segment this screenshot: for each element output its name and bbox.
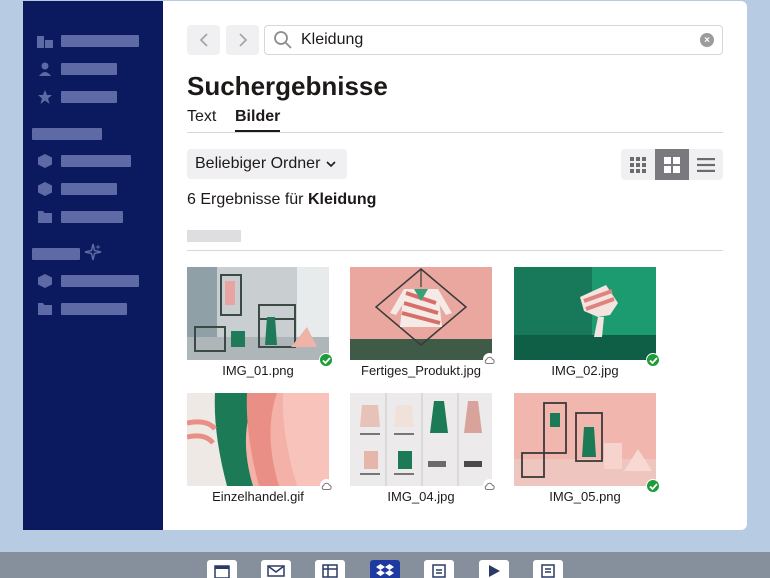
results-count-prefix: 6 Ergebnisse für: [187, 191, 304, 208]
grid-small-icon: [630, 156, 646, 173]
shield-icon: [37, 181, 53, 197]
folder-icon: [37, 301, 53, 317]
folder-icon: [37, 209, 53, 225]
forward-button[interactable]: [226, 25, 259, 55]
app-window: Kleidung × Suchergebnisse Text Bilder Be…: [23, 1, 747, 530]
sidebar-item-home[interactable]: [37, 33, 139, 49]
image-thumbnail[interactable]: [350, 393, 492, 486]
file-name[interactable]: Fertiges_Produkt.jpg: [340, 363, 502, 378]
sidebar-item-starred[interactable]: [37, 89, 117, 105]
list-icon: [697, 157, 715, 172]
mail-icon[interactable]: [261, 560, 291, 578]
sidebar-item-placeholder: [61, 155, 131, 167]
file-tile[interactable]: IMG_05.png: [514, 393, 660, 504]
page-title: Suchergebnisse: [187, 71, 388, 101]
file-name[interactable]: Einzelhandel.gif: [177, 489, 339, 504]
person-icon: [37, 61, 53, 77]
image-thumbnail[interactable]: [350, 267, 492, 360]
image-thumbnail[interactable]: [514, 267, 656, 360]
sidebar-item-placeholder: [61, 91, 117, 103]
sidebar-section-heading: [32, 128, 102, 140]
building-icon: [37, 33, 53, 49]
file-tile[interactable]: IMG_04.jpg: [350, 393, 496, 504]
search-value[interactable]: Kleidung: [301, 31, 700, 49]
sparkle-icon: [84, 243, 102, 266]
file-name[interactable]: IMG_01.png: [177, 363, 339, 378]
table-icon[interactable]: [315, 560, 345, 578]
chevron-right-icon: [238, 33, 247, 47]
sidebar-item-placeholder: [61, 275, 139, 287]
tab-images[interactable]: Bilder: [235, 108, 281, 132]
search-input[interactable]: Kleidung ×: [264, 25, 723, 55]
image-thumbnail[interactable]: [187, 267, 329, 360]
file-name[interactable]: IMG_04.jpg: [340, 489, 502, 504]
sidebar-item-profile[interactable]: [37, 61, 117, 77]
sidebar-item-team-1[interactable]: [37, 153, 131, 169]
shield-icon: [37, 273, 53, 289]
sidebar-item-folder-2[interactable]: [37, 303, 127, 315]
results-count: 6 Ergebnisse für Kleidung: [187, 191, 376, 209]
play-icon[interactable]: [479, 560, 509, 578]
sidebar-item-placeholder: [61, 35, 139, 47]
view-mode-toggle: [621, 149, 723, 180]
image-thumbnail[interactable]: [187, 393, 329, 486]
file-tile[interactable]: Einzelhandel.gif: [187, 393, 333, 504]
file-name[interactable]: IMG_05.png: [504, 489, 666, 504]
star-icon: [37, 89, 53, 105]
view-list-button[interactable]: [689, 149, 723, 180]
tabs-divider: [187, 132, 723, 133]
sidebar-item-placeholder: [61, 183, 117, 195]
image-thumbnail[interactable]: [514, 393, 656, 486]
results-query: Kleidung: [307, 191, 377, 208]
sidebar-item-folder-1[interactable]: [37, 211, 123, 223]
section-divider: [187, 250, 723, 251]
sidebar-item-placeholder: [61, 63, 117, 75]
folder-filter-dropdown[interactable]: Beliebiger Ordner: [187, 149, 347, 179]
file-tile[interactable]: Fertiges_Produkt.jpg: [350, 267, 496, 378]
tab-text[interactable]: Text: [187, 108, 216, 126]
back-button[interactable]: [187, 25, 220, 55]
file-name[interactable]: IMG_02.jpg: [504, 363, 666, 378]
main-content: Kleidung × Suchergebnisse Text Bilder Be…: [163, 1, 747, 530]
sidebar-section-heading: [32, 248, 80, 260]
calendar-icon[interactable]: [207, 560, 237, 578]
sidebar: [23, 1, 163, 530]
folder-filter-label: Beliebiger Ordner: [195, 155, 321, 172]
chevron-down-icon: [326, 161, 336, 168]
file-tile[interactable]: IMG_01.png: [187, 267, 333, 378]
notes-icon[interactable]: [533, 560, 563, 578]
view-grid-small-button[interactable]: [621, 149, 655, 180]
search-icon: [274, 31, 292, 49]
chevron-left-icon: [199, 33, 208, 47]
dropbox-icon[interactable]: [370, 560, 400, 578]
sidebar-item-placeholder: [61, 303, 127, 315]
dock: [0, 552, 770, 578]
view-grid-large-button[interactable]: [655, 149, 689, 180]
clear-search-icon[interactable]: ×: [700, 33, 714, 47]
section-heading-placeholder: [187, 230, 241, 242]
sidebar-item-placeholder: [61, 211, 123, 223]
document-icon[interactable]: [424, 560, 454, 578]
sidebar-item-team-3[interactable]: [37, 273, 139, 289]
shield-icon: [37, 153, 53, 169]
sidebar-item-team-2[interactable]: [37, 181, 117, 197]
grid-large-icon: [664, 156, 680, 173]
file-tile[interactable]: IMG_02.jpg: [514, 267, 660, 378]
